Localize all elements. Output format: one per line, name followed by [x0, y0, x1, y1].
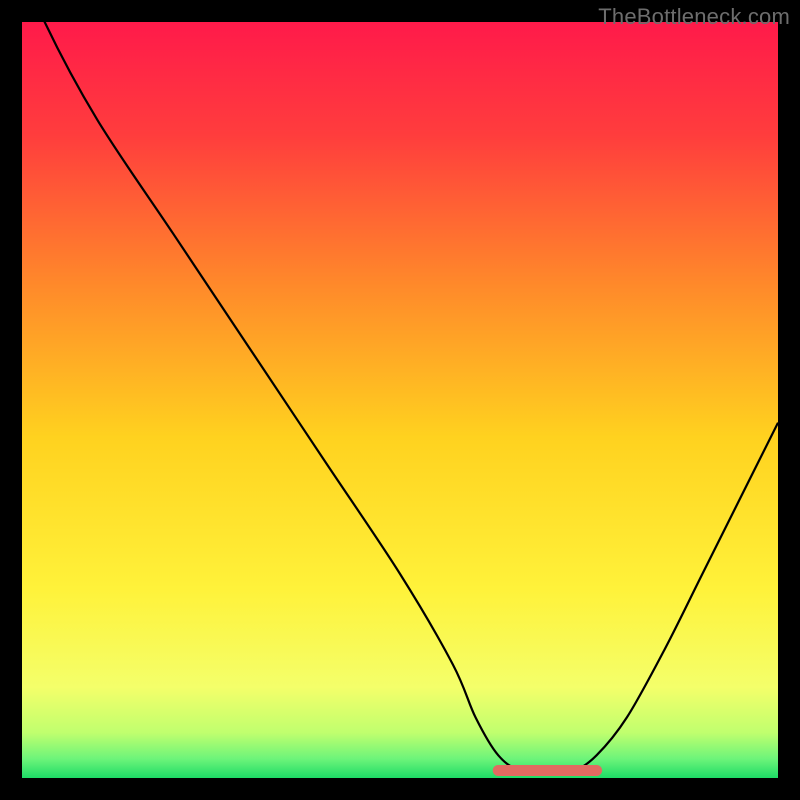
watermark-text: TheBottleneck.com — [598, 4, 790, 30]
bottleneck-curve — [22, 22, 778, 772]
plot-area — [22, 22, 778, 778]
chart-frame: TheBottleneck.com — [0, 0, 800, 800]
curve-layer — [22, 22, 778, 778]
